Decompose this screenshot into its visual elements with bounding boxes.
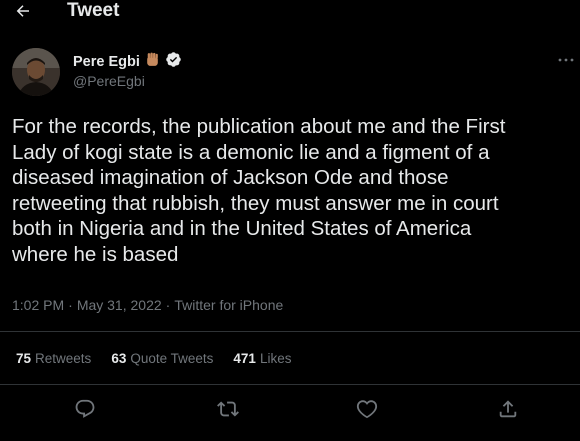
likes-count: 471 [233,351,256,366]
tweet-text: For the records, the publication about m… [12,115,506,266]
divider [0,331,580,332]
author-name-line: Pere Egbi [73,51,182,73]
verified-badge-icon [165,51,182,73]
tweet-source[interactable]: Twitter for iPhone [174,297,283,313]
quotes-stat[interactable]: 63 Quote Tweets [111,351,213,366]
likes-label: Likes [259,351,292,366]
tweet-detail-page: Tweet Pere Egbi @PereEgbi For the record… [0,0,580,441]
tweet-time[interactable]: 1:02 PM [12,297,64,313]
avatar[interactable] [12,48,60,96]
meta-separator: · [165,297,171,313]
more-horizontal-icon[interactable] [556,52,576,68]
divider [0,384,580,385]
retweets-stat[interactable]: 75 Retweets [16,351,91,366]
retweets-count: 75 [16,351,32,366]
like-icon[interactable] [356,398,378,420]
tweet-stats: 75 Retweets 63 Quote Tweets 471 Likes [16,351,291,366]
reply-icon[interactable] [74,398,96,420]
author-handle[interactable]: @PereEgbi [73,73,145,89]
quotes-label: Quote Tweets [130,351,214,366]
tweet-meta: 1:02 PM · May 31, 2022 · Twitter for iPh… [12,297,283,313]
display-name[interactable]: Pere Egbi [73,54,140,70]
tweet-date[interactable]: May 31, 2022 [77,297,162,313]
quotes-count: 63 [111,351,127,366]
raised-fist-icon [144,51,161,73]
header-bar: Tweet [0,0,580,24]
arrow-left-icon[interactable] [14,2,32,20]
share-icon[interactable] [497,398,519,420]
retweets-label: Retweets [35,351,92,366]
meta-separator: · [68,297,73,313]
page-title: Tweet [67,0,120,21]
likes-stat[interactable]: 471 Likes [233,351,291,366]
retweet-icon[interactable] [217,398,239,420]
